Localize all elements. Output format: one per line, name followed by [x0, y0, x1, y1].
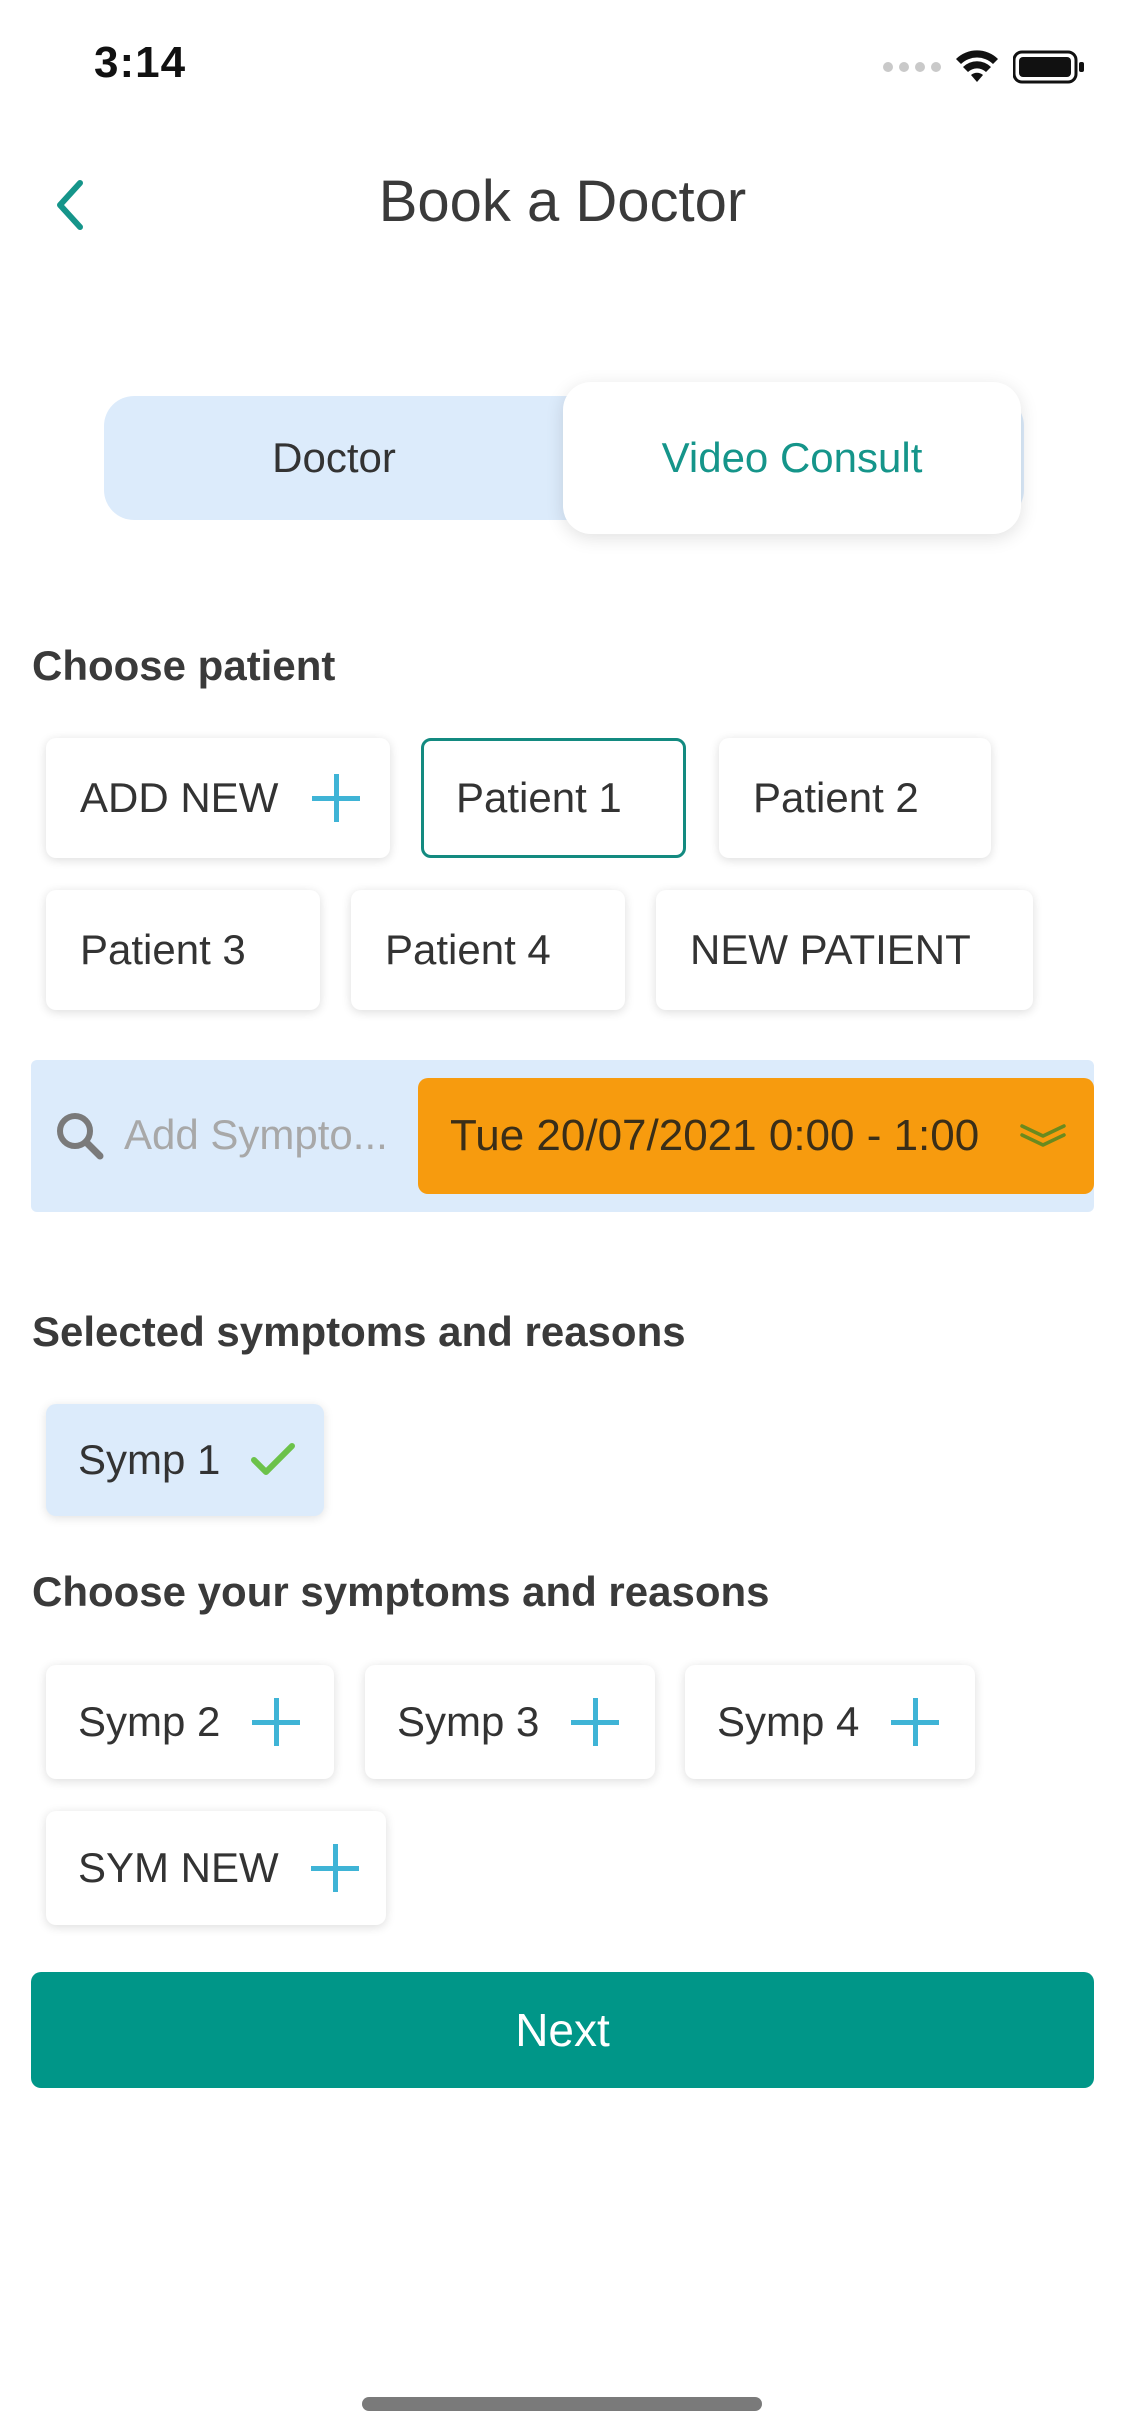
next-button[interactable]: Next: [31, 1972, 1094, 2088]
symptom-chip[interactable]: Symp 3: [365, 1665, 655, 1779]
symptom-label: Symp 1: [78, 1436, 221, 1483]
plus-icon: [310, 1844, 359, 1892]
plus-icon: [312, 774, 361, 822]
selected-symptom-chip[interactable]: Symp 1: [46, 1404, 324, 1516]
chevron-double-down-icon: [1020, 1124, 1066, 1147]
patient-chip[interactable]: Patient 4: [351, 890, 625, 1010]
patient-chip[interactable]: Patient 1: [421, 738, 686, 858]
add-new-patient-button[interactable]: ADD NEW: [46, 738, 390, 858]
cellular-signal-icon: [883, 62, 941, 72]
symptom-chip[interactable]: SYM NEW: [46, 1811, 386, 1925]
plus-icon: [571, 1698, 620, 1746]
patient-chip[interactable]: NEW PATIENT: [656, 890, 1033, 1010]
symptom-label: Symp 3: [397, 1698, 540, 1745]
segment-doctor[interactable]: Doctor: [104, 396, 564, 520]
wifi-icon: [956, 50, 998, 82]
patient-label: Patient 4: [385, 926, 551, 973]
home-indicator[interactable]: [362, 2397, 762, 2411]
patient-label: Patient 3: [80, 926, 246, 973]
choose-symptoms-heading: Choose your symptoms and reasons: [32, 1568, 770, 1615]
check-icon: [251, 1443, 296, 1475]
search-icon: [57, 1113, 104, 1160]
patient-label: Patient 2: [753, 774, 919, 821]
symptom-label: Symp 2: [78, 1698, 221, 1745]
datetime-label: Tue 20/07/2021 0:00 - 1:00: [450, 1111, 980, 1160]
symptom-chip[interactable]: Symp 2: [46, 1665, 334, 1779]
patient-label: Patient 1: [456, 774, 622, 821]
symptom-chip[interactable]: Symp 4: [685, 1665, 975, 1779]
symptom-label: SYM NEW: [78, 1844, 279, 1891]
add-new-label: ADD NEW: [80, 774, 279, 821]
symptom-search-input[interactable]: [124, 1100, 414, 1170]
plus-icon: [252, 1698, 301, 1746]
page-title: Book a Doctor: [378, 169, 747, 234]
segment-video-consult[interactable]: Video Consult: [563, 382, 1021, 534]
patient-chip[interactable]: Patient 3: [46, 890, 320, 1010]
patient-label: NEW PATIENT: [690, 926, 971, 973]
patient-chip[interactable]: Patient 2: [719, 738, 991, 858]
plus-icon: [891, 1698, 940, 1746]
datetime-selector[interactable]: Tue 20/07/2021 0:00 - 1:00: [418, 1078, 1094, 1194]
status-icons: [883, 50, 1085, 84]
choose-patient-heading: Choose patient: [32, 642, 336, 689]
symptom-label: Symp 4: [717, 1698, 860, 1745]
battery-icon: [1013, 50, 1084, 84]
status-time: 3:14: [94, 38, 187, 87]
selected-symptoms-heading: Selected symptoms and reasons: [32, 1308, 686, 1355]
